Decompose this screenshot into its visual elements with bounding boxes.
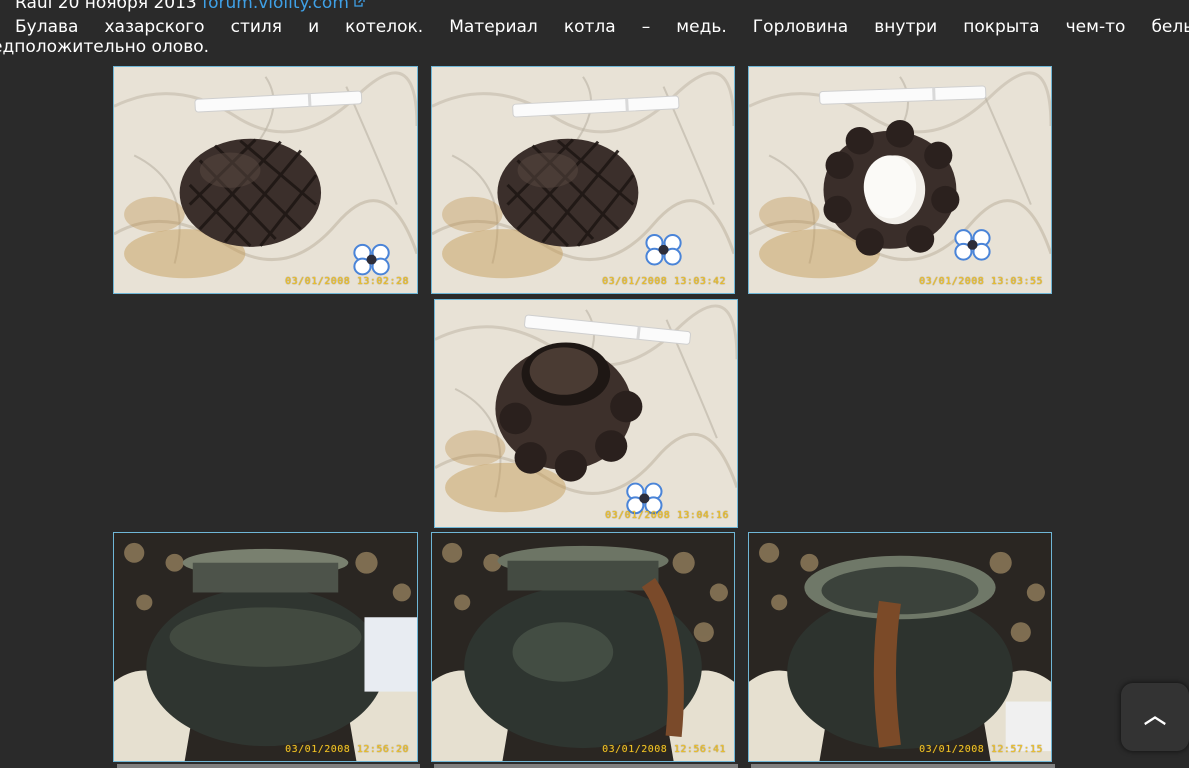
photo-date-stamp: 03/01/2008 12:56:41 bbox=[602, 744, 726, 755]
next-photo-row-edge bbox=[117, 764, 420, 768]
photo-image bbox=[432, 533, 734, 761]
description-word: котелок. bbox=[345, 17, 424, 37]
photo-date-stamp: 03/01/2008 13:03:55 bbox=[919, 276, 1043, 287]
post-meta: Raul 20 ноября 2013 forum.violity.com bbox=[15, 0, 365, 13]
photo-image bbox=[432, 67, 734, 293]
mace-photo-3[interactable]: 03/01/2008 13:03:55 bbox=[748, 66, 1052, 294]
photo-image bbox=[114, 533, 417, 761]
post-description: Булава хазарского стиля и котелок. Материал ко… bbox=[0, 17, 1189, 57]
description-word: Горловина bbox=[752, 17, 849, 37]
mace-photo-1[interactable]: 03/01/2008 13:02:28 bbox=[113, 66, 418, 294]
photo-image bbox=[749, 67, 1051, 293]
pot-photo-1[interactable]: 03/01/2008 12:56:20 bbox=[113, 532, 418, 762]
pot-photo-2[interactable]: 03/01/2008 12:56:41 bbox=[431, 532, 735, 762]
description-word: стиля bbox=[230, 17, 283, 37]
photo-image bbox=[114, 67, 417, 293]
description-word: внутри bbox=[874, 17, 938, 37]
photo-date-stamp: 03/01/2008 12:57:15 bbox=[919, 744, 1043, 755]
mace-photo-2[interactable]: 03/01/2008 13:03:42 bbox=[431, 66, 735, 294]
description-word: и bbox=[308, 17, 320, 37]
description-word: чем-то bbox=[1065, 17, 1126, 37]
description-line-2: едположительно олово. bbox=[0, 37, 210, 57]
forum-post: Raul 20 ноября 2013 forum.violity.com Бу… bbox=[0, 0, 1189, 768]
pot-photo-3[interactable]: 03/01/2008 12:57:15 bbox=[748, 532, 1052, 762]
external-link-icon bbox=[354, 0, 365, 7]
description-line-1: Булава хазарского стиля и котелок. Материал ко… bbox=[0, 17, 1189, 37]
post-date: 20 ноября 2013 bbox=[57, 0, 197, 13]
mace-photo-4[interactable]: 03/01/2008 13:04:16 bbox=[434, 299, 738, 528]
description-word: Булава bbox=[15, 17, 79, 37]
description-word: белым, bbox=[1151, 17, 1189, 37]
description-word: котла bbox=[563, 17, 616, 37]
photo-date-stamp: 03/01/2008 12:56:20 bbox=[285, 744, 409, 755]
photo-image bbox=[435, 300, 737, 527]
photo-date-stamp: 03/01/2008 13:02:28 bbox=[285, 276, 409, 287]
post-author: Raul bbox=[15, 0, 53, 13]
description-word: Материал bbox=[449, 17, 538, 37]
photo-date-stamp: 03/01/2008 13:04:16 bbox=[605, 510, 729, 521]
photo-date-stamp: 03/01/2008 13:03:42 bbox=[602, 276, 726, 287]
next-photo-row-edge bbox=[751, 764, 1055, 768]
photo-image bbox=[749, 533, 1051, 761]
description-word: медь. bbox=[676, 17, 727, 37]
description-word: покрыта bbox=[963, 17, 1040, 37]
chevron-up-icon: ︿ bbox=[1143, 704, 1166, 729]
description-word: – bbox=[641, 17, 651, 37]
description-word: хазарского bbox=[104, 17, 205, 37]
next-photo-row-edge bbox=[434, 764, 738, 768]
source-link[interactable]: forum.violity.com bbox=[202, 0, 349, 13]
scroll-to-top-button[interactable]: ︿ bbox=[1121, 683, 1189, 751]
